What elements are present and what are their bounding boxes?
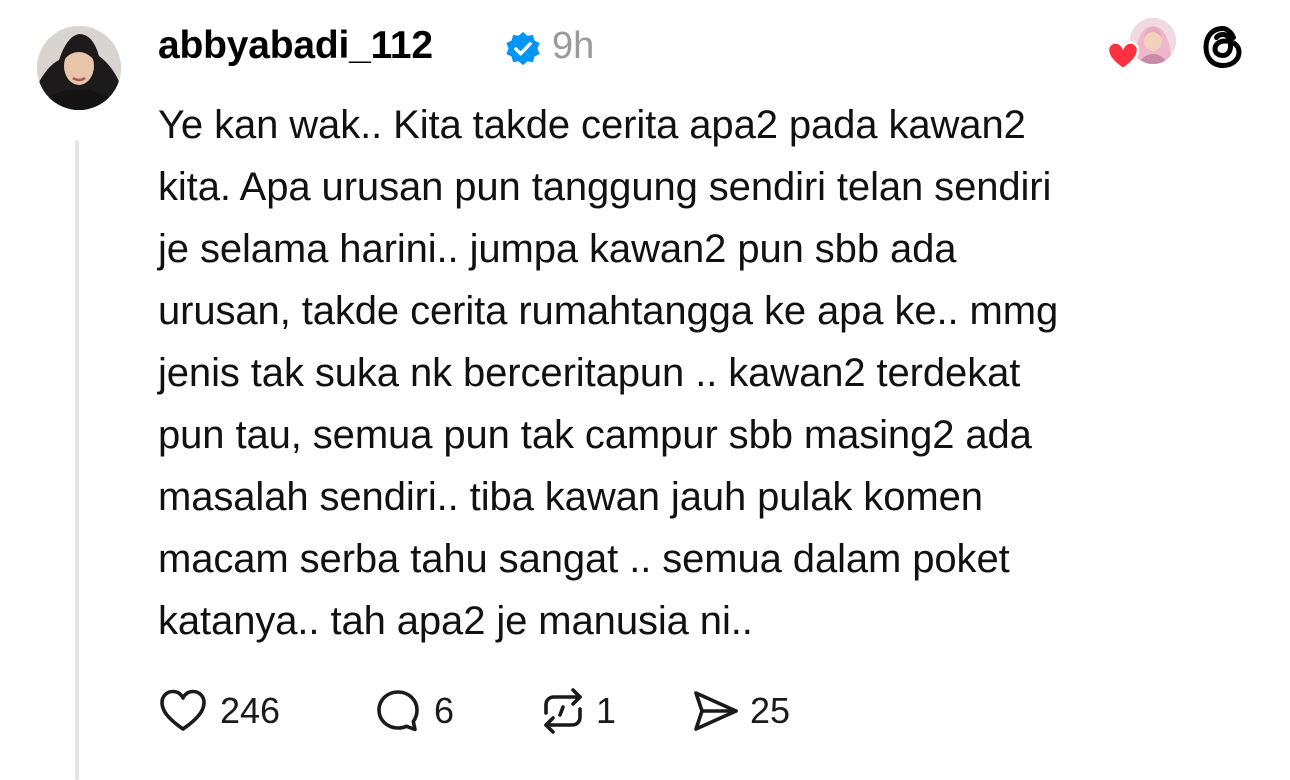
share-button[interactable]: 25 bbox=[690, 684, 790, 738]
post-timestamp: 9h bbox=[552, 25, 595, 67]
threads-logo-icon[interactable] bbox=[1196, 20, 1250, 74]
speech-bubble-icon bbox=[374, 687, 422, 735]
post-text-line: je selama harini.. jumpa kawan2 pun sbb … bbox=[158, 227, 957, 271]
post-text-line: jenis tak suka nk berceritapun .. kawan2… bbox=[158, 351, 1021, 395]
repost-button[interactable]: 1 bbox=[536, 684, 616, 738]
heart-outline-icon bbox=[158, 688, 208, 734]
author-username[interactable]: abbyabadi_112 bbox=[158, 22, 433, 70]
author-avatar-image bbox=[37, 26, 121, 110]
post-text-line: masalah sendiri.. tiba kawan jauh pulak … bbox=[158, 475, 983, 519]
post-text-line: macam serba tahu sangat .. semua dalam p… bbox=[158, 537, 1010, 581]
author-avatar[interactable] bbox=[37, 26, 121, 110]
post-text-line: kita. Apa urusan pun tanggung sendiri te… bbox=[158, 165, 1052, 209]
repost-arrows-icon bbox=[536, 687, 590, 735]
post-text-line: pun tau, semua pun tak campur sbb masing… bbox=[158, 413, 1032, 457]
reply-count: 6 bbox=[434, 690, 455, 731]
share-count: 25 bbox=[750, 690, 791, 731]
post-text-line: urusan, takde cerita rumahtangga ke apa … bbox=[158, 289, 1059, 333]
post-text-line: katanya.. tah apa2 je manusia ni.. bbox=[158, 599, 753, 643]
thread-connector-line bbox=[75, 140, 79, 780]
heart-badge-icon bbox=[1106, 40, 1140, 72]
like-button[interactable]: 246 bbox=[158, 684, 280, 738]
reply-button[interactable]: 6 bbox=[374, 684, 454, 738]
repost-count: 1 bbox=[596, 690, 617, 731]
like-count: 246 bbox=[220, 690, 281, 731]
verified-badge-icon bbox=[504, 30, 542, 68]
post-text-line: Ye kan wak.. Kita takde cerita apa2 pada… bbox=[158, 103, 1026, 147]
send-paper-plane-icon bbox=[690, 687, 742, 735]
post-body-text: Ye kan wak.. Kita takde cerita apa2 pada… bbox=[158, 94, 1248, 652]
